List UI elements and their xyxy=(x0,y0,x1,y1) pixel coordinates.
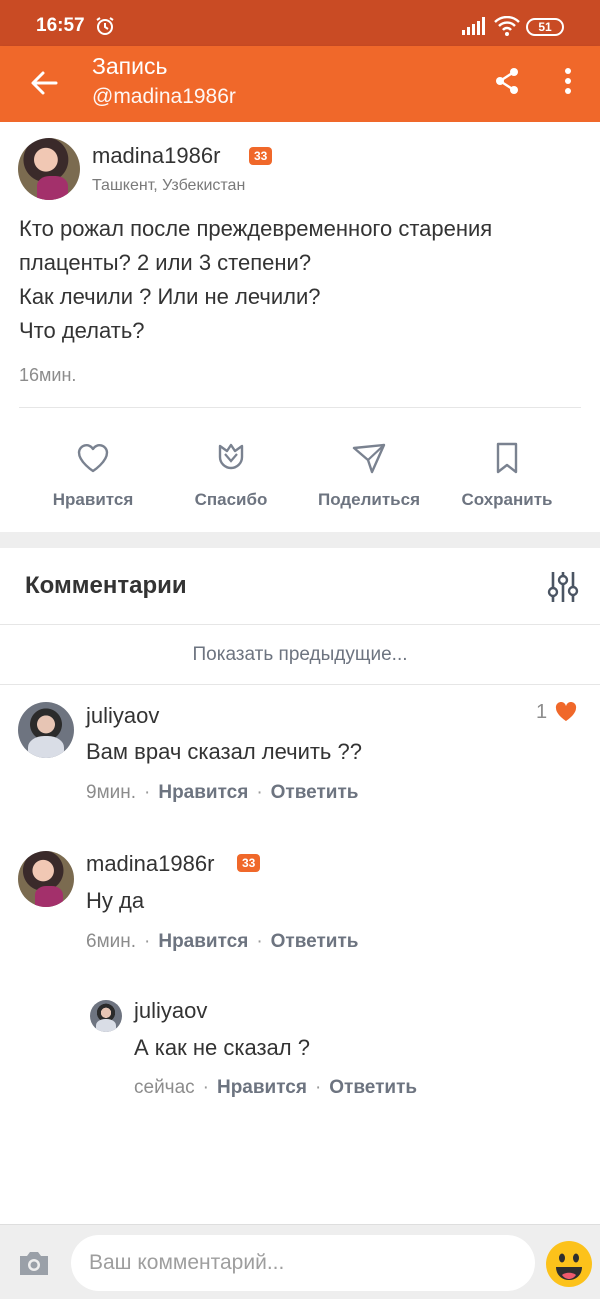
heart-filled-icon[interactable] xyxy=(555,702,577,722)
comment-text: Вам врач сказал лечить ?? xyxy=(86,739,362,764)
share-label: Поделиться xyxy=(317,490,421,509)
alarm-icon xyxy=(96,17,114,35)
comment-meta: 9мин. · Нравится · Ответить xyxy=(86,782,359,803)
status-badge: 33 xyxy=(237,854,261,872)
tulip-icon xyxy=(218,443,244,470)
emoji-icon[interactable] xyxy=(545,1240,593,1288)
comment-avatar[interactable] xyxy=(18,851,74,907)
paper-plane-icon xyxy=(352,443,386,474)
signal-icon xyxy=(462,17,485,35)
comment-meta: 6мин. · Нравится · Ответить xyxy=(86,931,359,952)
thanks-label: Спасибо xyxy=(194,490,268,509)
comment-composer xyxy=(0,1224,600,1299)
comment-reply-button[interactable]: Ответить xyxy=(271,931,359,952)
divider xyxy=(19,407,581,408)
comments-header: Комментарии xyxy=(25,572,187,599)
comment-author[interactable]: juliyaov xyxy=(86,703,159,729)
camera-icon[interactable] xyxy=(17,1249,51,1277)
like-button[interactable]: Нравится xyxy=(23,440,163,510)
page-subtitle: @madina1986r xyxy=(92,85,236,108)
author-avatar[interactable] xyxy=(18,138,80,200)
back-arrow-icon[interactable] xyxy=(26,65,62,101)
divider xyxy=(0,684,600,685)
status-time: 16:57 xyxy=(36,15,85,36)
comment-text: Ну да xyxy=(86,888,145,913)
status-badge: 33 xyxy=(249,147,273,165)
comment-input[interactable] xyxy=(71,1235,535,1291)
more-vert-icon[interactable] xyxy=(556,66,580,96)
divider xyxy=(0,624,600,625)
heart-outline-icon xyxy=(77,444,109,473)
comment-author[interactable]: madina1986r xyxy=(86,851,214,877)
thanks-button[interactable]: Спасибо xyxy=(161,440,301,510)
comments-section: Комментарии Показать предыдущие... juliy… xyxy=(0,548,600,1224)
save-button[interactable]: Сохранить xyxy=(437,440,577,510)
share-icon[interactable] xyxy=(492,66,522,96)
bookmark-icon xyxy=(496,442,518,474)
comment-reply-button[interactable]: Ответить xyxy=(271,782,359,803)
save-label: Сохранить xyxy=(461,490,553,509)
reply-meta: сейчас · Нравится · Ответить xyxy=(134,1077,418,1098)
post-author[interactable]: madina1986r xyxy=(92,143,220,169)
post-text: Кто рожал после преждевременного старени… xyxy=(19,216,493,343)
wifi-icon xyxy=(494,16,520,36)
post-time: 16мин. xyxy=(19,365,77,385)
reply-avatar[interactable] xyxy=(90,1000,122,1032)
post-card: madina1986r 33 Ташкент, Узбекистан Кто р… xyxy=(0,122,600,532)
post-location: Ташкент, Узбекистан xyxy=(92,177,246,194)
status-bar: 16:57 51 xyxy=(0,0,600,46)
reply-text: А как не сказал ? xyxy=(134,1035,310,1060)
share-button[interactable]: Поделиться xyxy=(299,440,439,510)
app-bar: Запись @madina1986r xyxy=(0,46,600,122)
comment-time: 6мин. xyxy=(86,931,137,952)
filter-sliders-icon[interactable] xyxy=(546,570,580,604)
reply-like-button[interactable]: Нравится xyxy=(217,1077,307,1098)
page-title: Запись xyxy=(92,53,168,79)
comment-like-button[interactable]: Нравится xyxy=(158,931,248,952)
reply-reply-button[interactable]: Ответить xyxy=(329,1077,417,1098)
like-label: Нравится xyxy=(52,490,134,509)
comment-time: 9мин. xyxy=(86,782,137,803)
show-previous-link[interactable]: Показать предыдущие... xyxy=(0,644,600,666)
comment-avatar[interactable] xyxy=(18,702,74,758)
section-separator xyxy=(0,532,600,548)
reply-time: сейчас xyxy=(134,1077,195,1098)
battery-icon: 51 xyxy=(526,18,564,36)
comment-like-count: 1 xyxy=(536,701,548,723)
comment-like-button[interactable]: Нравится xyxy=(158,782,248,803)
reply-author[interactable]: juliyaov xyxy=(134,998,207,1024)
